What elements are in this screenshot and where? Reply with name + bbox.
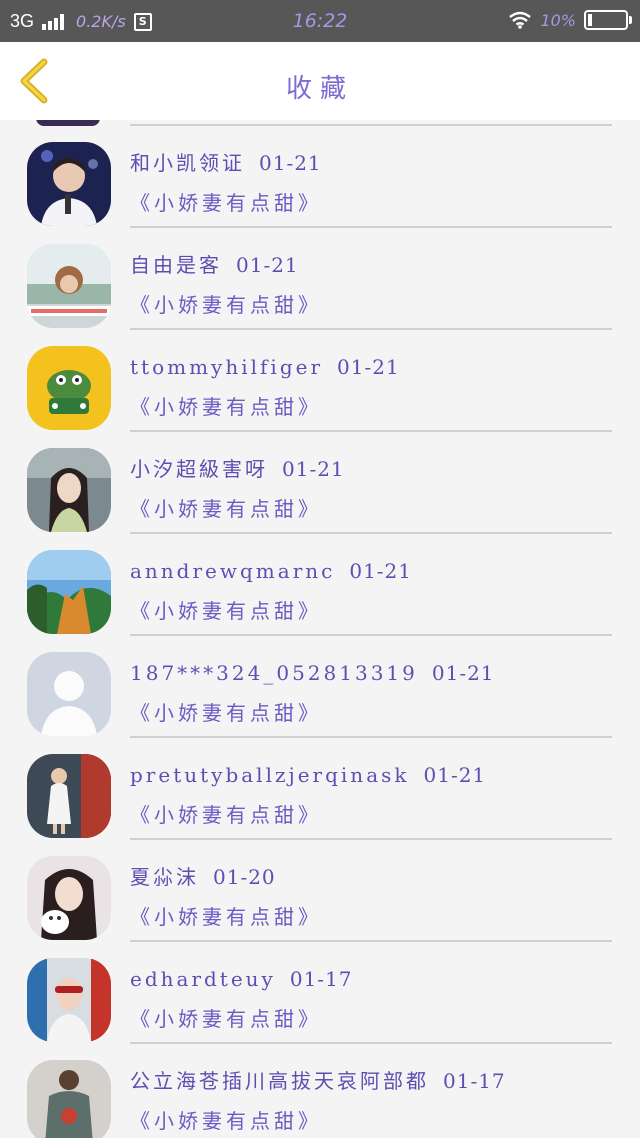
date: 01-17 (289, 967, 353, 991)
favorite-row[interactable]: edhardteuy 01-17 《小娇妻有点甜》 (0, 938, 640, 1044)
favorite-info: 自由是客 01-21 《小娇妻有点甜》 (130, 248, 612, 330)
date: 01-21 (337, 355, 400, 379)
favorite-row[interactable]: 小汐超級害呀 01-21 《小娇妻有点甜》 (0, 428, 640, 534)
username: anndrewqmarnc (130, 559, 336, 583)
favorite-info: 公立海苍插川高拔天哀阿部都 01-17 《小娇妻有点甜》 (130, 1064, 612, 1138)
username: 和小凯领证 (130, 151, 245, 175)
username: 自由是客 (130, 253, 222, 277)
favorite-row[interactable]: ttommyhilfiger 01-21 《小娇妻有点甜》 (0, 326, 640, 432)
book-title[interactable]: 《小娇妻有点甜》 (130, 694, 612, 732)
avatar[interactable] (27, 244, 111, 328)
favorite-row[interactable]: anndrewqmarnc 01-21 《小娇妻有点甜》 (0, 530, 640, 636)
favorite-row[interactable]: pretutyballzjerqinask 01-21 《小娇妻有点甜》 (0, 734, 640, 840)
date: 01-21 (259, 151, 322, 175)
favorite-info: pretutyballzjerqinask 01-21 《小娇妻有点甜》 (130, 758, 612, 840)
book-title[interactable]: 《小娇妻有点甜》 (130, 1102, 612, 1138)
favorite-info: ttommyhilfiger 01-21 《小娇妻有点甜》 (130, 350, 612, 432)
avatar[interactable] (27, 550, 111, 634)
status-right: 10% (508, 10, 632, 30)
favorite-info: 和小凯领证 01-21 《小娇妻有点甜》 (130, 146, 612, 228)
favorite-info: edhardteuy 01-17 《小娇妻有点甜》 (130, 962, 612, 1044)
avatar[interactable] (27, 958, 111, 1042)
date: 01-21 (431, 661, 495, 685)
book-title[interactable]: 《小娇妻有点甜》 (130, 286, 612, 324)
status-bar: 3G 0.2K/s S 16:22 10% (0, 0, 640, 42)
battery-icon (584, 10, 632, 30)
date: 01-21 (282, 457, 345, 481)
favorite-row[interactable]: 自由是客 01-21 《小娇妻有点甜》 (0, 224, 640, 330)
favorite-info: 187***324_052813319 01-21 《小娇妻有点甜》 (130, 656, 612, 738)
favorite-info: anndrewqmarnc 01-21 《小娇妻有点甜》 (130, 554, 612, 636)
wifi-icon (509, 11, 532, 29)
book-title[interactable]: 《小娇妻有点甜》 (130, 490, 612, 528)
avatar[interactable] (27, 346, 111, 430)
username: 小汐超級害呀 (130, 457, 268, 481)
favorite-row[interactable]: 和小凯领证 01-21 《小娇妻有点甜》 (0, 122, 640, 228)
book-title[interactable]: 《小娇妻有点甜》 (130, 184, 612, 222)
page-title: 收藏 (285, 74, 354, 104)
book-title[interactable]: 《小娇妻有点甜》 (130, 592, 612, 630)
book-title[interactable]: 《小娇妻有点甜》 (130, 898, 612, 936)
avatar[interactable] (27, 754, 111, 838)
favorite-info: 小汐超級害呀 01-21 《小娇妻有点甜》 (130, 452, 612, 534)
username: 187***324_052813319 (130, 661, 418, 685)
avatar[interactable] (27, 448, 111, 532)
date: 01-20 (213, 865, 276, 889)
username: pretutyballzjerqinask (130, 763, 410, 787)
nav-header: 收藏 (0, 42, 640, 120)
username: ttommyhilfiger (130, 355, 324, 379)
avatar[interactable] (27, 652, 111, 736)
book-title[interactable]: 《小娇妻有点甜》 (130, 796, 612, 834)
username: 公立海苍插川高拔天哀阿部都 (130, 1069, 429, 1093)
date: 01-21 (423, 763, 487, 787)
favorite-row[interactable]: 公立海苍插川高拔天哀阿部都 01-17 《小娇妻有点甜》 (0, 1040, 640, 1138)
book-title[interactable]: 《小娇妻有点甜》 (130, 388, 612, 426)
avatar[interactable] (27, 856, 111, 940)
favorite-row[interactable]: 夏尛沫 01-20 《小娇妻有点甜》 (0, 836, 640, 942)
date: 01-17 (443, 1069, 506, 1093)
avatar[interactable] (27, 142, 111, 226)
username: 夏尛沫 (130, 865, 199, 889)
date: 01-21 (349, 559, 412, 583)
favorite-info: 夏尛沫 01-20 《小娇妻有点甜》 (130, 860, 612, 942)
username: edhardteuy (130, 967, 276, 991)
battery-percent: 10% (540, 10, 576, 30)
favorite-row[interactable]: 187***324_052813319 01-21 《小娇妻有点甜》 (0, 632, 640, 738)
avatar[interactable] (27, 1060, 111, 1138)
favorites-list[interactable]: 和小凯领证 01-21 《小娇妻有点甜》 自由是客 01-21 《小娇妻有点甜》 (0, 120, 640, 1138)
book-title[interactable]: 《小娇妻有点甜》 (130, 1000, 612, 1038)
date: 01-21 (236, 253, 299, 277)
